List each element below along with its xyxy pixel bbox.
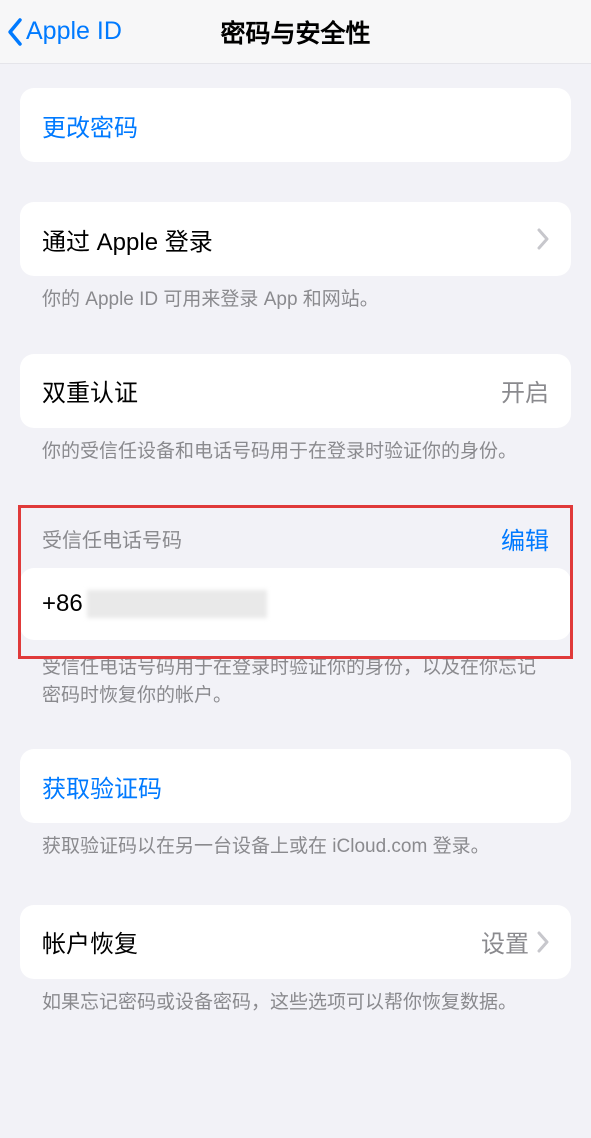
get-verification-code-footer: 获取验证码以在另一台设备上或在 iCloud.com 登录。 bbox=[42, 833, 549, 861]
edit-button[interactable]: 编辑 bbox=[501, 521, 549, 556]
nav-bar: Apple ID 密码与安全性 bbox=[0, 0, 591, 64]
two-factor-label: 双重认证 bbox=[42, 373, 501, 408]
two-factor-row: 双重认证 开启 bbox=[20, 354, 571, 428]
two-factor-status: 开启 bbox=[501, 373, 549, 408]
two-factor-footer: 你的受信任设备和电话号码用于在登录时验证你的身份。 bbox=[42, 438, 549, 466]
back-button[interactable]: Apple ID bbox=[0, 17, 122, 47]
account-recovery-row[interactable]: 帐户恢复 设置 bbox=[20, 905, 571, 979]
get-verification-code-label: 获取验证码 bbox=[42, 769, 549, 804]
trusted-phone-footer: 受信任电话号码用于在登录时验证你的身份，以及在你忘记密码时恢复你的帐户。 bbox=[42, 654, 549, 709]
chevron-right-icon bbox=[537, 228, 549, 250]
phone-prefix: +86 bbox=[42, 590, 83, 618]
change-password-label: 更改密码 bbox=[42, 108, 549, 143]
trusted-phone-header-label: 受信任电话号码 bbox=[42, 524, 182, 553]
trusted-phone-row[interactable]: +86 bbox=[20, 568, 571, 640]
sign-in-with-apple-row[interactable]: 通过 Apple 登录 bbox=[20, 202, 571, 276]
account-recovery-label: 帐户恢复 bbox=[42, 924, 481, 959]
chevron-right-icon bbox=[537, 931, 549, 953]
chevron-left-icon bbox=[6, 17, 24, 47]
back-label: Apple ID bbox=[26, 17, 122, 46]
get-verification-code-row[interactable]: 获取验证码 bbox=[20, 749, 571, 823]
account-recovery-detail: 设置 bbox=[481, 924, 529, 959]
phone-number-redacted bbox=[87, 590, 267, 618]
account-recovery-footer: 如果忘记密码或设备密码，这些选项可以帮你恢复数据。 bbox=[42, 989, 549, 1017]
trusted-phone-header: 受信任电话号码 编辑 bbox=[20, 511, 571, 568]
sign-in-with-apple-footer: 你的 Apple ID 可用来登录 App 和网站。 bbox=[42, 286, 549, 314]
change-password-row[interactable]: 更改密码 bbox=[20, 88, 571, 162]
sign-in-with-apple-label: 通过 Apple 登录 bbox=[42, 222, 537, 257]
